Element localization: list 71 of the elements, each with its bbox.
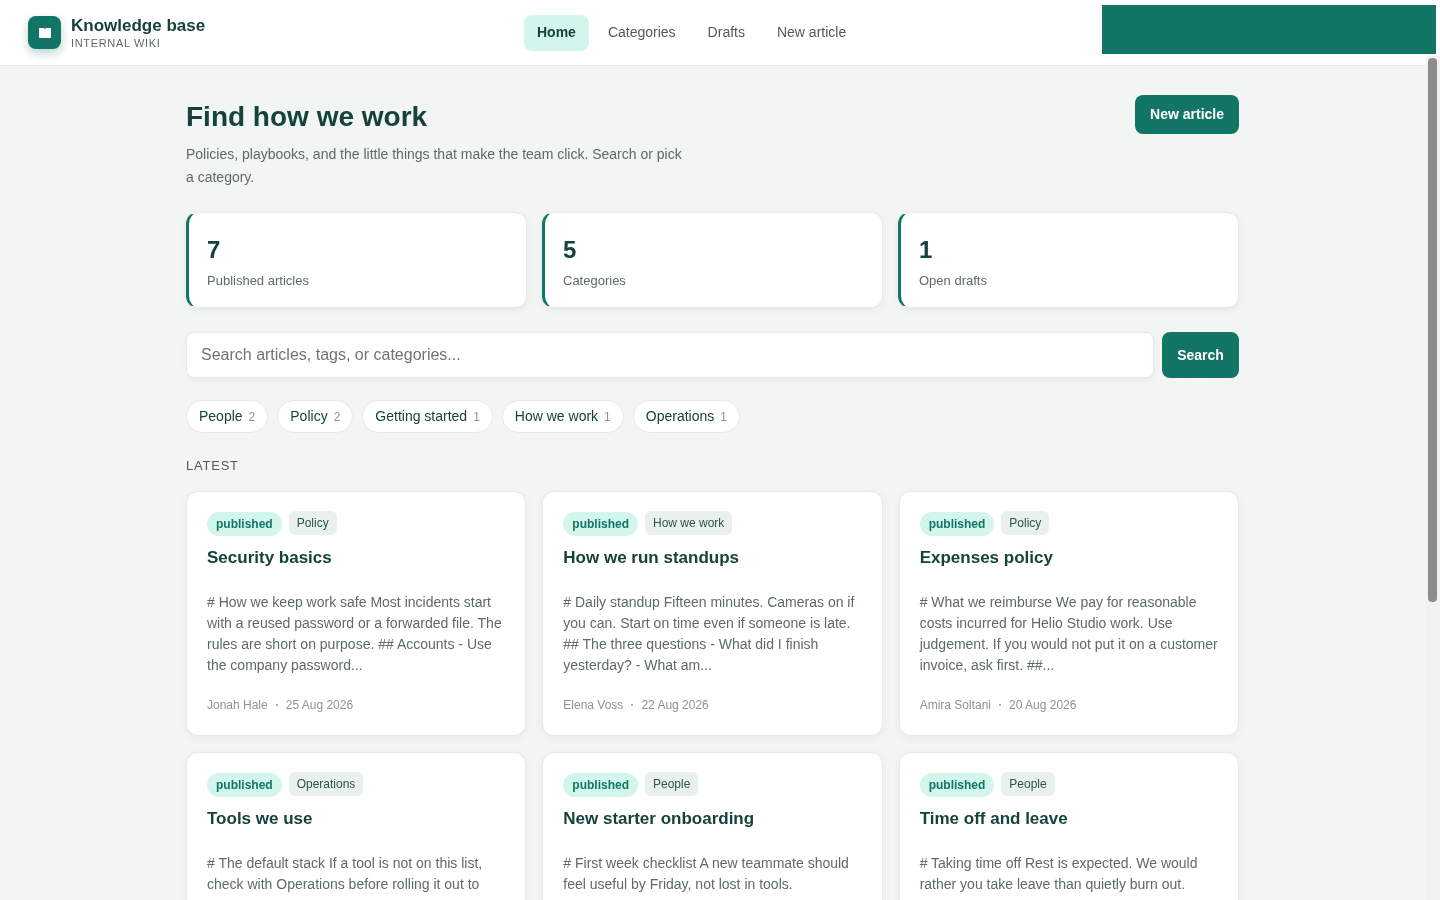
nav-tab[interactable]: Drafts bbox=[694, 14, 758, 51]
article-author: Jonah Hale bbox=[207, 697, 268, 714]
category-label: People bbox=[199, 407, 243, 426]
category-chip[interactable]: Policy 2 bbox=[277, 400, 354, 433]
category-count: 1 bbox=[604, 408, 611, 426]
category-chip[interactable]: How we work 1 bbox=[501, 400, 624, 433]
category-tag: Policy bbox=[1001, 510, 1050, 535]
search-field[interactable]: Search articles, tags, or categories... bbox=[186, 332, 1154, 378]
nav-tab[interactable]: Home bbox=[524, 14, 589, 51]
status-badge: published bbox=[919, 511, 995, 536]
article-card[interactable]: published People New starter onboarding # First week checklist A new teammate should feel useful by Friday, not lost in tools. bbox=[542, 751, 883, 900]
article-date: 22 Aug 2026 bbox=[641, 697, 709, 714]
article-title: Expenses policy bbox=[919, 546, 1054, 569]
category-tag: Operations bbox=[288, 771, 364, 796]
category-count: 1 bbox=[473, 408, 480, 426]
category-tag: How we work bbox=[645, 510, 733, 535]
category-count: 2 bbox=[248, 408, 256, 426]
category-count: 2 bbox=[333, 408, 341, 426]
article-author: Elena Voss bbox=[563, 697, 624, 714]
stat-value: 1 bbox=[919, 235, 934, 265]
article-excerpt: # First week checklist A new teammate should feel useful by Friday, not lost in tools. bbox=[563, 854, 850, 894]
article-title: Time off and leave bbox=[919, 807, 1069, 830]
category-tag: People bbox=[1001, 771, 1055, 796]
article-title: How we run standups bbox=[563, 546, 740, 569]
status-badge: published bbox=[563, 511, 638, 536]
status-badge: published bbox=[563, 772, 638, 797]
status-badge: published bbox=[919, 772, 995, 797]
stat-label: Categories bbox=[563, 272, 627, 290]
article-author: Amira Soltani bbox=[919, 697, 992, 714]
stat-value: 7 bbox=[207, 235, 222, 265]
stat-value: 5 bbox=[563, 235, 578, 265]
brand-title: Knowledge base bbox=[71, 15, 206, 36]
category-chip[interactable]: Operations 1 bbox=[632, 400, 740, 433]
book-logo-icon bbox=[28, 16, 61, 49]
page-title: Find how we work bbox=[186, 100, 429, 134]
article-date: 25 Aug 2026 bbox=[285, 697, 354, 714]
article-card[interactable] bbox=[186, 490, 527, 736]
category-label: Operations bbox=[645, 407, 715, 426]
category-tag: Policy bbox=[288, 510, 337, 535]
article-excerpt: # Taking time off Rest is expected. We would rather you take leave than quietly burn out. bbox=[919, 854, 1199, 894]
category-chip[interactable]: Getting started 1 bbox=[362, 400, 493, 433]
scrollbar[interactable] bbox=[1426, 56, 1440, 900]
nav-tab[interactable]: Categories bbox=[594, 14, 689, 51]
article-card[interactable] bbox=[542, 490, 883, 736]
article-card[interactable]: published People Time off and leave # Taking time off Rest is expected. We would rather you take leave than quietly burn out. bbox=[898, 751, 1239, 900]
new-article-button[interactable]: New article bbox=[1135, 95, 1239, 134]
article-excerpt: # Daily standup Fifteen minutes. Cameras on if you can. Start on time even if someone is late. ## The three questions - What did I finish yesterday? - What am... bbox=[563, 593, 856, 675]
article-excerpt: # The default stack If a tool is not on this list, check with Operations before rolling it out to bbox=[207, 854, 484, 894]
page-description: Policies, playbooks, and the little things that make the team click. Search or pick a category. bbox=[186, 145, 683, 187]
category-tag: People bbox=[645, 771, 699, 796]
stat-label: Published articles bbox=[207, 272, 310, 290]
category-count: 1 bbox=[720, 408, 727, 426]
status-badge: published bbox=[207, 772, 282, 797]
article-card[interactable] bbox=[898, 490, 1239, 736]
status-badge: published bbox=[207, 511, 282, 536]
article-title: New starter onboarding bbox=[563, 807, 756, 830]
brand-subtitle: INTERNAL WIKI bbox=[71, 35, 162, 50]
category-label: Getting started bbox=[375, 407, 468, 426]
category-label: How we work bbox=[514, 407, 599, 426]
stat-label: Open drafts bbox=[919, 272, 988, 290]
article-excerpt: # What we reimburse We pay for reasonable costs incurred for Helio Studio work. Use judgement. If you would not put it on a customer invoice, ask first. ##... bbox=[919, 593, 1218, 675]
search-button[interactable]: Search bbox=[1162, 332, 1239, 378]
article-excerpt: # How we keep work safe Most incidents start with a reused password or a forwarded file. The rules are short on purpose. ## Accounts - Use the company password... bbox=[207, 593, 503, 675]
article-title: Security basics bbox=[207, 546, 333, 569]
section-title: LATEST bbox=[186, 457, 240, 475]
article-date: 20 Aug 2026 bbox=[1009, 697, 1077, 714]
article-card[interactable]: published Operations Tools we use # The default stack If a tool is not on this list, check with Operations before rolling it out to bbox=[186, 751, 527, 900]
category-chip[interactable]: People 2 bbox=[186, 400, 269, 433]
category-label: Policy bbox=[290, 407, 328, 426]
article-title: Tools we use bbox=[207, 807, 314, 830]
nav-tab[interactable]: New article bbox=[763, 14, 860, 51]
